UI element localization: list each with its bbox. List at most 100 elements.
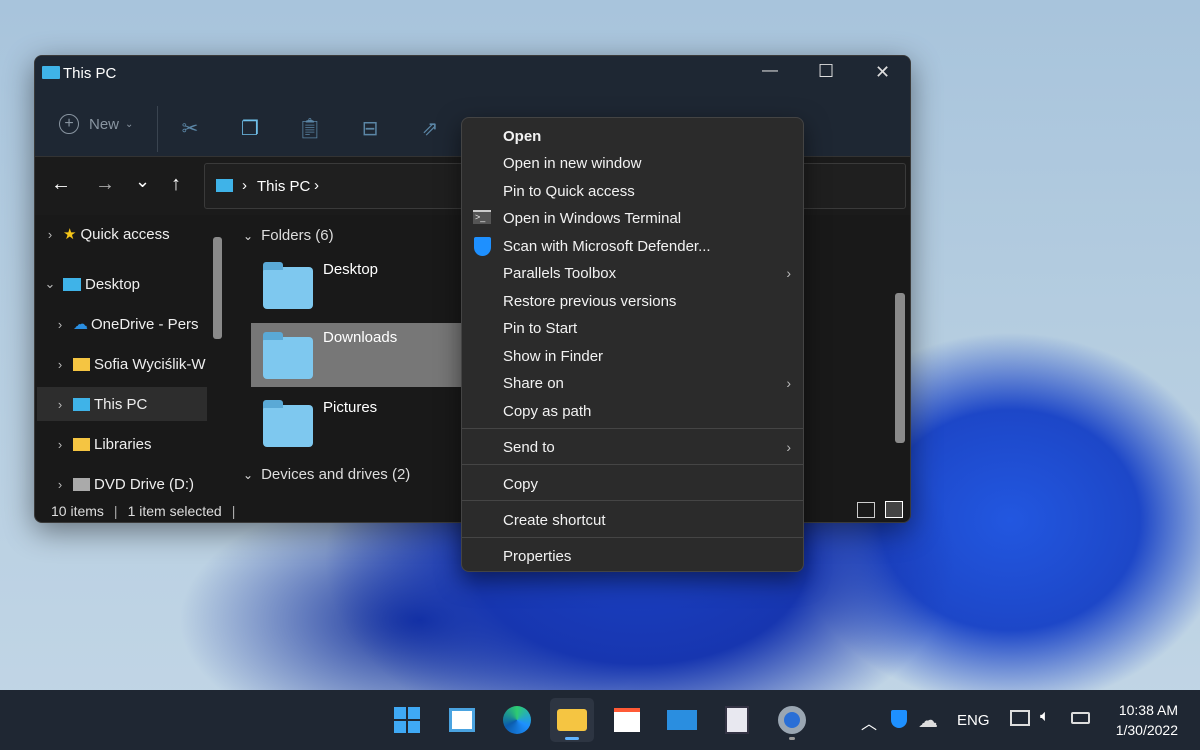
- menu-item-send-to[interactable]: Send to ›: [462, 434, 803, 460]
- item-count: 10 items: [51, 502, 104, 519]
- sidebar-item-label: Libraries: [94, 435, 152, 453]
- widgets-icon: [449, 708, 475, 732]
- folder-icon: [263, 262, 313, 309]
- breadcrumb-this-pc[interactable]: This PC: [257, 178, 310, 195]
- store-icon: [614, 708, 640, 732]
- menu-item-show-in-finder[interactable]: Show in Finder: [462, 343, 803, 369]
- widgets-button[interactable]: [440, 698, 484, 742]
- menu-item-properties[interactable]: Properties: [462, 543, 803, 569]
- mail-button[interactable]: [660, 698, 704, 742]
- menu-item-scan-defender[interactable]: Scan with Microsoft Defender...: [462, 233, 803, 259]
- folder-name: Downloads: [323, 329, 398, 346]
- defender-warning-icon[interactable]: [891, 710, 907, 728]
- title-bar: This PC — ☐ ✕: [35, 56, 910, 101]
- menu-item-open-terminal[interactable]: >_ Open in Windows Terminal: [462, 205, 803, 231]
- clock[interactable]: 10:38 AM 1/30/2022: [1104, 700, 1178, 740]
- paste-icon[interactable]: 📋︎: [295, 113, 325, 143]
- date: 1/30/2022: [1115, 722, 1178, 738]
- folder-icon: [557, 709, 587, 731]
- onedrive-icon[interactable]: ☁: [918, 708, 938, 733]
- sidebar-item-label: Sofia Wyciślik-W: [94, 355, 206, 373]
- folder-name: Desktop: [323, 261, 379, 278]
- details-view-button[interactable]: [857, 502, 875, 518]
- maximize-button[interactable]: ☐: [818, 61, 834, 82]
- sidebar-item-quick-access[interactable]: › ★ Quick access: [37, 217, 207, 251]
- language-indicator[interactable]: ENG: [957, 712, 990, 729]
- share-icon[interactable]: ⇗: [415, 113, 445, 143]
- active-indicator: [565, 737, 579, 740]
- menu-separator: [462, 428, 803, 429]
- sidebar-item-label: Desktop: [85, 275, 141, 293]
- store-button[interactable]: [605, 698, 649, 742]
- time: 10:38 AM: [1118, 702, 1178, 718]
- sidebar-item-user-folder[interactable]: › Sofia Wyciślik-W: [37, 347, 207, 381]
- paint-app-button[interactable]: [715, 698, 759, 742]
- up-button[interactable]: ↑: [171, 173, 181, 196]
- menu-item-share-on[interactable]: Share on ›: [462, 370, 803, 396]
- new-button[interactable]: + New ⌄: [59, 114, 133, 134]
- forward-button[interactable]: →: [95, 173, 115, 196]
- folder-item-desktop[interactable]: Desktop: [251, 255, 471, 317]
- copy-icon[interactable]: ❐: [235, 113, 265, 143]
- folder-item-pictures[interactable]: Pictures: [251, 393, 471, 455]
- chevron-down-icon: ⌄: [243, 229, 254, 243]
- file-explorer-button[interactable]: [550, 698, 594, 742]
- sidebar-scrollbar[interactable]: [213, 237, 222, 339]
- menu-item-parallels-toolbox[interactable]: Parallels Toolbox ›: [462, 260, 803, 286]
- settings-button[interactable]: [770, 698, 814, 742]
- menu-item-pin-quick-access[interactable]: Pin to Quick access: [462, 178, 803, 204]
- content-scrollbar[interactable]: [895, 293, 905, 443]
- menu-item-open[interactable]: Open: [462, 123, 803, 149]
- sidebar-item-this-pc[interactable]: › This PC: [37, 387, 207, 421]
- desktop-icon: [63, 277, 81, 291]
- edge-icon: [503, 706, 531, 734]
- volume-icon[interactable]: 🔈︎: [1040, 708, 1050, 726]
- close-button[interactable]: ✕: [875, 62, 890, 83]
- chevron-right-icon: ›: [57, 356, 63, 372]
- edge-button[interactable]: [495, 698, 539, 742]
- menu-item-restore-versions[interactable]: Restore previous versions: [462, 288, 803, 314]
- menu-item-pin-start[interactable]: Pin to Start: [462, 315, 803, 341]
- mail-icon: [667, 710, 697, 730]
- defender-shield-icon: [474, 237, 491, 256]
- this-pc-icon: [73, 397, 90, 411]
- large-icons-view-button[interactable]: [885, 501, 903, 518]
- chevron-down-icon: ⌄: [44, 276, 56, 291]
- back-button[interactable]: ←: [51, 173, 71, 196]
- folders-group-header[interactable]: ⌄ Folders (6): [243, 227, 334, 244]
- devices-group-header[interactable]: ⌄ Devices and drives (2): [243, 466, 410, 483]
- folder-item-downloads[interactable]: Downloads: [251, 323, 466, 387]
- cloud-icon: ☁: [73, 316, 88, 333]
- menu-item-open-new-window[interactable]: Open in new window: [462, 150, 803, 176]
- show-hidden-icons-button[interactable]: ︿: [861, 710, 877, 734]
- pictures-folder-icon: [263, 400, 313, 447]
- start-button[interactable]: [385, 698, 429, 742]
- menu-item-copy[interactable]: Copy: [462, 471, 803, 497]
- battery-icon[interactable]: [1071, 712, 1090, 724]
- chevron-right-icon: ›: [57, 396, 63, 412]
- cut-icon[interactable]: ✂: [175, 113, 205, 143]
- dvd-drive-icon: [73, 477, 90, 491]
- divider: [157, 106, 158, 152]
- chevron-right-icon: ›: [47, 226, 53, 242]
- chevron-right-icon: ›: [786, 439, 791, 455]
- sidebar-item-desktop[interactable]: ⌄ Desktop: [37, 267, 207, 301]
- breadcrumb-chevron[interactable]: ›: [314, 177, 319, 194]
- chevron-right-icon: ›: [786, 265, 791, 281]
- minimize-button[interactable]: —: [762, 62, 778, 80]
- chevron-right-icon: ›: [57, 436, 63, 452]
- sidebar-item-label: Quick access: [80, 225, 170, 243]
- sidebar-item-libraries[interactable]: › Libraries: [37, 427, 207, 461]
- recent-locations-button[interactable]: ⌄: [135, 171, 150, 192]
- menu-separator: [462, 464, 803, 465]
- menu-item-copy-as-path[interactable]: Copy as path: [462, 398, 803, 424]
- network-icon[interactable]: [1010, 710, 1030, 726]
- sidebar-item-dvd-drive[interactable]: › DVD Drive (D:): [37, 467, 207, 501]
- chevron-down-icon: ⌄: [125, 118, 134, 130]
- terminal-icon: >_: [473, 210, 491, 224]
- taskbar: ︿ ☁ ENG 🔈︎ 10:38 AM 1/30/2022: [0, 690, 1200, 750]
- this-pc-icon: [216, 179, 233, 192]
- rename-icon[interactable]: ⊟: [355, 113, 385, 143]
- menu-item-create-shortcut[interactable]: Create shortcut: [462, 507, 803, 533]
- sidebar-item-onedrive[interactable]: › ☁ OneDrive - Pers: [37, 307, 207, 341]
